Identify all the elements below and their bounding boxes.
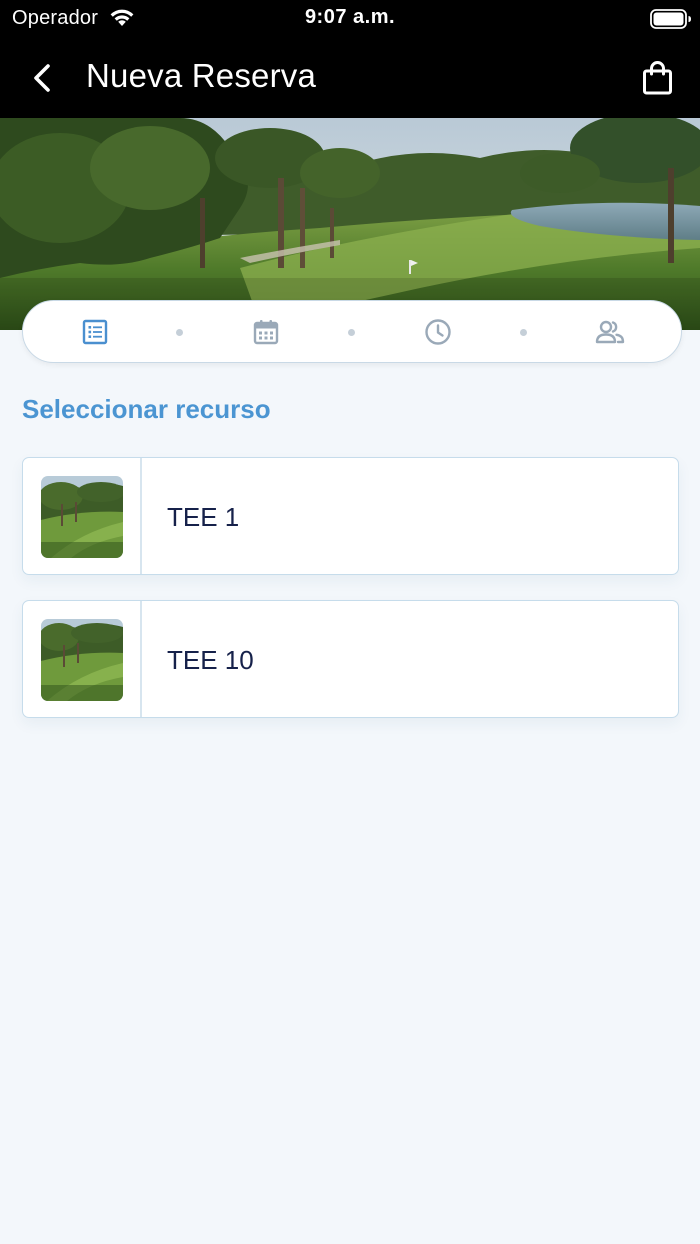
chevron-left-icon bbox=[34, 64, 50, 92]
step-separator-dot bbox=[520, 329, 527, 336]
list-icon bbox=[82, 319, 108, 345]
page-title: Nueva Reserva bbox=[86, 57, 317, 94]
navigation-bar: Nueva Reserva bbox=[0, 38, 700, 118]
battery-icon bbox=[650, 9, 691, 29]
status-bar: Operador 9:07 a.m. bbox=[0, 0, 700, 38]
back-button[interactable] bbox=[26, 58, 62, 98]
resource-name: TEE 10 bbox=[167, 645, 254, 675]
golf-course-thumbnail bbox=[41, 476, 123, 558]
step-time[interactable] bbox=[423, 317, 453, 347]
step-separator-dot bbox=[348, 329, 355, 336]
shopping-bag-icon bbox=[643, 61, 672, 95]
calendar-icon bbox=[253, 320, 279, 345]
step-separator-dot bbox=[176, 329, 183, 336]
step-date[interactable] bbox=[251, 317, 281, 347]
clock-icon bbox=[425, 319, 451, 345]
card-divider bbox=[140, 601, 142, 717]
hero-golf-course-image bbox=[0, 118, 700, 330]
cart-button[interactable] bbox=[638, 58, 678, 98]
clock-time: 9:07 a.m. bbox=[304, 6, 396, 28]
resource-card-tee-1[interactable]: TEE 1 bbox=[22, 457, 679, 575]
step-players[interactable] bbox=[594, 317, 625, 347]
step-resource[interactable] bbox=[80, 317, 110, 347]
booking-stepper bbox=[22, 300, 682, 363]
people-icon bbox=[595, 320, 625, 344]
section-title: Seleccionar recurso bbox=[22, 394, 271, 424]
card-divider bbox=[140, 458, 142, 574]
golf-course-thumbnail bbox=[41, 619, 123, 701]
resource-card-tee-10[interactable]: TEE 10 bbox=[22, 600, 679, 718]
resource-name: TEE 1 bbox=[167, 502, 240, 532]
